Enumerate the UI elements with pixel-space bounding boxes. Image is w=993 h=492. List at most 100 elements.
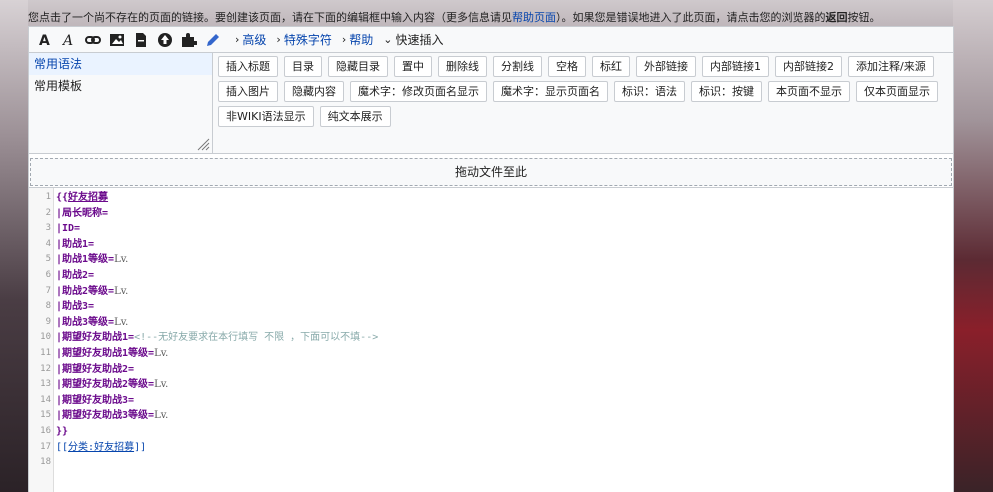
code-text: |助战2=	[56, 268, 94, 284]
code-token: |期望好友助战3等级=	[56, 410, 155, 422]
line-number: 2	[45, 207, 51, 218]
upload-icon[interactable]	[153, 29, 177, 51]
code-text: [[分类:好友招募]]	[56, 440, 146, 456]
code-token: |期望好友助战1=	[56, 332, 135, 344]
italic-icon[interactable]: A	[57, 29, 81, 51]
code-line: 18	[29, 455, 953, 471]
code-token: |助战2=	[56, 269, 95, 281]
insert-button[interactable]: 隐藏内容	[284, 81, 344, 102]
help-label: 帮助	[349, 33, 374, 47]
line-number: 15	[40, 410, 51, 421]
code-token: ]]	[134, 441, 147, 453]
line-number: 3	[45, 223, 51, 234]
chevron-right-icon: ›	[235, 33, 240, 46]
special-chars-menu[interactable]: › 特殊字符	[276, 31, 331, 48]
code-line: 16}}	[29, 424, 953, 440]
insert-button[interactable]: 仅本页面显示	[856, 81, 938, 102]
insert-button[interactable]: 空格	[548, 56, 586, 77]
insert-button[interactable]: 魔术字：显示页面名	[493, 81, 608, 102]
code-text: |局长昵称=	[56, 206, 108, 222]
code-text: |助战3等级=Lv.	[56, 315, 128, 331]
line-number: 16	[40, 425, 51, 436]
insert-button[interactable]: 删除线	[438, 56, 487, 77]
code-line: 6 |助战2=	[29, 268, 953, 284]
insert-button[interactable]: 魔术字：修改页面名显示	[350, 81, 487, 102]
code-text: |期望好友助战1等级=Lv.	[56, 346, 168, 362]
insert-button[interactable]: 插入图片	[218, 81, 278, 102]
wikitext-editor: A A › 高级 › 特殊字符 › 帮助 ⌄ 快速插入 常用语法 常用模板 插入…	[28, 26, 954, 492]
insert-button[interactable]: 内部链接1	[702, 56, 769, 77]
code-line: 1 {{好友招募	[29, 190, 953, 206]
code-text: |助战1=	[56, 237, 94, 253]
code-token: Lv.	[154, 379, 169, 391]
code-line: 2 |局长昵称=	[29, 206, 953, 222]
code-token: |助战1等级=	[56, 254, 115, 266]
line-number: 1	[45, 192, 51, 202]
insert-button[interactable]: 标红	[592, 56, 630, 77]
code-text: |助战3=	[56, 299, 94, 315]
insert-button[interactable]: 纯文本展示	[319, 106, 391, 127]
code-token: |局长昵称=	[56, 207, 109, 219]
line-number: 6	[45, 269, 51, 280]
code-text: |助战1等级=Lv.	[56, 252, 128, 268]
code-text: |助战2等级=Lv.	[56, 284, 128, 300]
help-page-link[interactable]: 帮助页面	[512, 11, 556, 24]
link-icon[interactable]	[81, 29, 105, 51]
advanced-menu[interactable]: › 高级	[235, 31, 266, 48]
file-dropzone[interactable]: 拖动文件至此	[30, 158, 952, 186]
line-number: 13	[40, 379, 51, 390]
sidebar-item-common-syntax[interactable]: 常用语法	[29, 53, 212, 75]
line-number: 9	[45, 316, 51, 327]
insert-button[interactable]: 非WIKI语法显示	[218, 106, 314, 127]
code-text: |期望好友助战2=	[56, 362, 134, 378]
code-token: |助战3等级=	[56, 316, 115, 328]
notice-back-bold: 返回	[825, 11, 848, 24]
insert-button[interactable]: 分割线	[493, 56, 542, 77]
sidebar-item-common-templates[interactable]: 常用模板	[29, 75, 212, 97]
code-line: 3 |ID=	[29, 221, 953, 237]
code-token: |期望好友助战2=	[56, 363, 135, 375]
code-text: |ID=	[56, 221, 80, 237]
help-menu[interactable]: › 帮助	[342, 31, 373, 48]
image-icon[interactable]	[105, 29, 129, 51]
insert-button[interactable]: 内部链接2	[775, 56, 842, 77]
code-line: 11 |期望好友助战1等级=Lv.	[29, 346, 953, 362]
code-editor[interactable]: 1 {{好友招募 2 |局长昵称= 3 |ID= 4 |助战1= 5 |助战1等级=Lv. 6 |助战…	[29, 187, 953, 492]
create-page-notice: 您点击了一个尚不存在的页面的链接。要创建该页面，请在下面的编辑框中输入内容（更多…	[28, 9, 958, 25]
file-icon[interactable]	[129, 29, 153, 51]
code-line: 9 |助战3等级=Lv.	[29, 315, 953, 331]
code-token: |助战2等级=	[56, 285, 115, 297]
bold-icon[interactable]: A	[33, 29, 57, 51]
code-token: {{	[56, 192, 69, 203]
svg-text:A: A	[61, 33, 73, 48]
puzzle-icon[interactable]	[177, 29, 201, 51]
line-number: 12	[40, 363, 51, 374]
insert-button[interactable]: 插入标题	[218, 56, 278, 77]
insert-button[interactable]: 外部链接	[636, 56, 696, 77]
code-line: 4 |助战1=	[29, 237, 953, 253]
background-left-art	[0, 0, 28, 492]
insert-button[interactable]: 添加注释/来源	[848, 56, 934, 77]
quick-insert-panel: 常用语法 常用模板 插入标题 目录 隐藏目录 置中 删除线 分割线 空格 标红 外部链接 内部链接…	[29, 53, 953, 154]
code-line: 12 |期望好友助战2=	[29, 362, 953, 378]
line-number: 4	[45, 238, 51, 249]
chevron-down-icon: ⌄	[383, 33, 393, 46]
insert-button[interactable]: 隐藏目录	[328, 56, 388, 77]
line-number: 18	[40, 457, 51, 468]
code-token: |期望好友助战3=	[56, 394, 135, 406]
line-number: 8	[45, 301, 51, 312]
code-token: |期望好友助战1等级=	[56, 347, 155, 359]
insert-button[interactable]: 置中	[394, 56, 432, 77]
resize-grip-icon[interactable]	[196, 137, 210, 151]
svg-text:A: A	[39, 33, 50, 48]
quick-insert-menu[interactable]: ⌄ 快速插入	[383, 31, 443, 48]
insert-button[interactable]: 标识：按键	[691, 81, 762, 102]
panel-sidebar: 常用语法 常用模板	[29, 53, 213, 153]
insert-button[interactable]: 本页面不显示	[768, 81, 850, 102]
insert-button[interactable]: 标识：语法	[614, 81, 685, 102]
code-token: Lv.	[154, 410, 169, 422]
code-text: |期望好友助战3=	[56, 393, 134, 409]
insert-button[interactable]: 目录	[284, 56, 322, 77]
pencil-icon[interactable]	[201, 29, 225, 51]
code-token: |助战1=	[56, 238, 95, 250]
